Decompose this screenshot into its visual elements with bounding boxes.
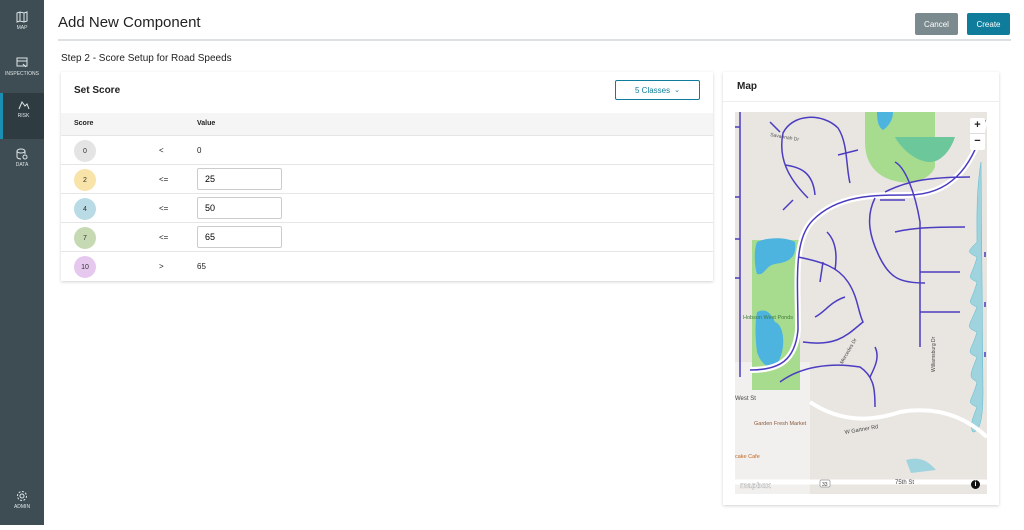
operator: <=	[159, 175, 169, 184]
route-badge: 33	[822, 482, 828, 488]
operator: <=	[159, 204, 169, 213]
table-row: 10 >65	[61, 251, 713, 280]
step-title: Step 2 - Score Setup for Road Speeds	[61, 53, 232, 64]
map-view[interactable]: Savannah Dr Hobson West Ponds West St Ga…	[735, 112, 987, 494]
score-badge: 7	[74, 227, 96, 249]
map-label: Hobson West Ponds	[743, 315, 793, 321]
col-score: Score	[74, 120, 94, 127]
zoom-out-button[interactable]: −	[970, 133, 985, 149]
map-label: Mercedes Dr	[839, 337, 859, 365]
mapbox-logo: mapbox	[740, 481, 771, 490]
sidebar-item-label: MAP	[16, 25, 28, 31]
sidebar-item-label: INSPECTIONS	[5, 71, 39, 77]
col-value: Value	[197, 120, 216, 127]
map-canvas: Savannah Dr Hobson West Ponds West St Ga…	[735, 112, 987, 494]
sidebar-item-risk[interactable]: RISK	[0, 93, 44, 139]
card-title: Set Score	[74, 85, 121, 96]
map-icon	[16, 11, 28, 23]
map-title: Map	[737, 81, 757, 92]
map-label: W Gartner Rd	[844, 424, 878, 436]
sidebar-item-admin[interactable]: ADMIN	[0, 484, 44, 530]
map-label: Williamsburg Dr	[931, 336, 937, 372]
operator: <=	[159, 233, 169, 242]
sidebar-item-inspections[interactable]: INSPECTIONS	[0, 51, 44, 97]
info-icon[interactable]: i	[971, 480, 980, 489]
map-card: Map Savannah Dr Hobson West Ponds West S…	[723, 72, 999, 505]
value-input[interactable]	[197, 168, 282, 190]
data-icon	[16, 148, 28, 160]
sidebar-item-label: DATA	[15, 162, 29, 168]
classes-label: 5 Classes	[635, 85, 671, 95]
map-label: Garden Fresh Market	[754, 421, 807, 427]
divider	[58, 39, 1011, 41]
value-input[interactable]	[197, 197, 282, 219]
table-row: 7 <=	[61, 222, 713, 251]
map-label: West St	[735, 396, 756, 402]
zoom-controls: + −	[970, 118, 985, 150]
classes-dropdown[interactable]: 5 Classes ⌄	[615, 80, 700, 100]
zoom-in-button[interactable]: +	[970, 118, 985, 133]
cancel-button[interactable]: Cancel	[915, 13, 958, 35]
map-label: cake Cafe	[735, 454, 760, 460]
table-row: 0 <0	[61, 135, 713, 164]
inspections-icon	[16, 57, 28, 68]
table-row: 2 <=	[61, 164, 713, 193]
page-title: Add New Component	[58, 14, 201, 31]
sidebar-item-label: ADMIN	[13, 504, 31, 510]
score-badge: 10	[74, 256, 96, 278]
create-button[interactable]: Create	[967, 13, 1010, 35]
table-header: Score Value	[61, 113, 713, 135]
sidebar-item-label: RISK	[17, 113, 30, 119]
score-badge: 0	[74, 140, 96, 162]
table-row: 4 <=	[61, 193, 713, 222]
value-input[interactable]	[197, 226, 282, 248]
value-text: 0	[197, 146, 202, 155]
risk-icon	[18, 101, 29, 110]
operator: <	[159, 146, 164, 155]
chevron-down-icon: ⌄	[674, 87, 680, 94]
value-text: 65	[197, 262, 206, 271]
map-label: 75th St	[895, 480, 914, 486]
operator: >	[159, 262, 164, 271]
map-label: Savannah Dr	[770, 132, 800, 143]
score-badge: 4	[74, 198, 96, 220]
sidebar: MAP INSPECTIONS RISK DATA ADMIN	[0, 0, 44, 525]
sidebar-item-map[interactable]: MAP	[0, 5, 44, 51]
sidebar-item-data[interactable]: DATA	[0, 142, 44, 188]
set-score-card: Set Score 5 Classes ⌄ Score Value 0 <0 2 <…	[61, 72, 713, 281]
gear-icon	[17, 491, 27, 501]
score-badge: 2	[74, 169, 96, 191]
